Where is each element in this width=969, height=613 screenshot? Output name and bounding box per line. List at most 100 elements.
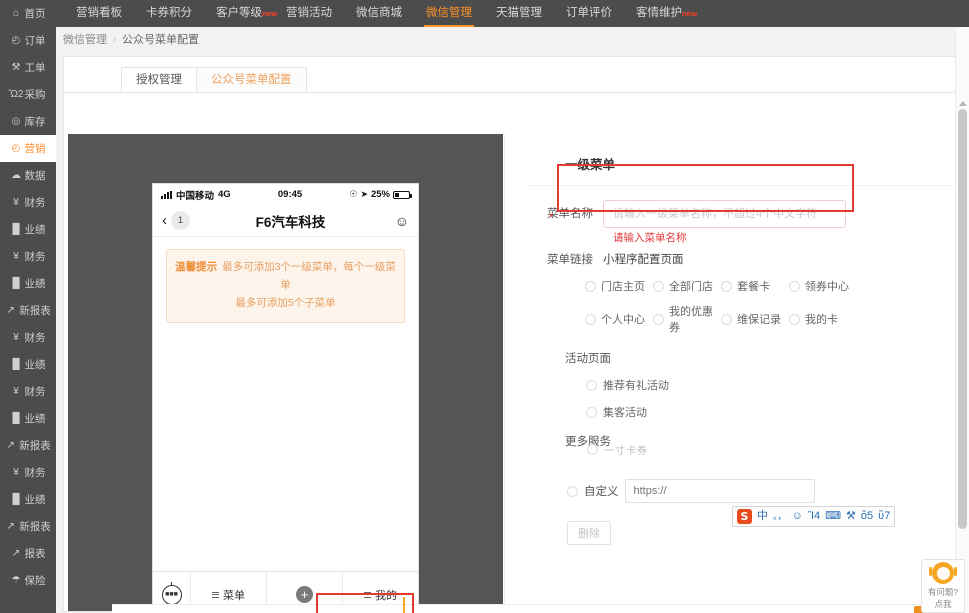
radio-dot-icon (721, 313, 732, 325)
sogou-logo-icon[interactable]: S (737, 509, 752, 524)
phone-body: 温馨提示 最多可添加3个一级菜单，每个一级菜单 最多可添加5个子菜单 ■■■ 菜单 (153, 249, 418, 613)
link-option-2[interactable]: 套餐卡 (721, 278, 789, 294)
help-line-2: 点我 (934, 598, 952, 609)
tab-authorization-management[interactable]: 授权管理 (121, 67, 197, 92)
settings-wrench-icon[interactable]: ὒ7 (878, 511, 890, 522)
activity-option-1[interactable]: 集客活动 (505, 404, 959, 420)
help-line-1: 有问题? (927, 587, 959, 598)
nav-item-label: 订单评价 (566, 7, 612, 19)
breadcrumb: 微信管理 › 公众号菜单配置 (56, 27, 969, 51)
tip-banner: 温馨提示 最多可添加3个一级菜单，每个一级菜单 最多可添加5个子菜单 (166, 249, 405, 323)
sidebar-item-3[interactable]: Ὥ2 采购 (0, 81, 56, 108)
sidebar-item-17[interactable]: ¥ 财务 (0, 459, 56, 486)
nav-item-4[interactable]: 微信商城 (344, 0, 414, 27)
sidebar-item-14[interactable]: ¥ 财务 (0, 378, 56, 405)
nav-item-6[interactable]: 天猫管理 (484, 0, 554, 27)
menu-name-input[interactable] (603, 200, 846, 228)
sidebar-item-5[interactable]: ◴ 营销 (0, 135, 56, 162)
link-option-1[interactable]: 全部门店 (653, 278, 721, 294)
ime-toolbar: S 中。， ☺ Ἲ4 ⌨ ⚒ ὅ5 ὒ7 (732, 506, 896, 527)
sidebar-item-6[interactable]: ☁ 数据 (0, 162, 56, 189)
sidebar-item-2[interactable]: ⚒ 工单 (0, 54, 56, 81)
sidebar-item-0[interactable]: ⌂ 首页 (0, 0, 56, 27)
help-widget[interactable]: 有问题? 点我 (921, 559, 965, 613)
delete-button[interactable]: 删除 (567, 521, 611, 545)
sidebar-item-20[interactable]: ↗ 报表 (0, 540, 56, 567)
soft-keyboard-icon[interactable]: ⌨ (825, 511, 841, 522)
radio-dot-icon (587, 444, 598, 455)
sidebar-item-4[interactable]: ◎ 库存 (0, 108, 56, 135)
sidebar-item-19[interactable]: ↗ 新报表 (0, 513, 56, 540)
activity-option-0[interactable]: 推荐有礼活动 (505, 377, 959, 393)
bars-icon: █ (12, 412, 20, 424)
microphone-icon[interactable]: Ἲ4 (808, 511, 820, 522)
home-icon: ⌂ (12, 7, 20, 19)
activity-option-label: 集客活动 (603, 407, 647, 419)
sidebar-item-15[interactable]: █ 业绩 (0, 405, 56, 432)
nav-item-1[interactable]: 卡券积分 (134, 0, 204, 27)
link-option-3[interactable]: 领券中心 (789, 278, 857, 294)
link-option-0[interactable]: 门店主页 (585, 278, 653, 294)
tab-official-account-menu-config[interactable]: 公众号菜单配置 (196, 67, 307, 92)
user-icon[interactable]: ☺ (391, 213, 409, 229)
plus-circle-icon[interactable]: + (296, 586, 313, 603)
sidebar-item-16[interactable]: ↗ 新报表 (0, 432, 56, 459)
scroll-up-arrow-icon[interactable] (959, 101, 967, 106)
sidebar-item-13[interactable]: █ 业绩 (0, 351, 56, 378)
toolbox-icon[interactable]: ⚒ (846, 511, 856, 522)
nav-item-label: 微信商城 (356, 7, 402, 19)
bars-icon: █ (12, 277, 20, 289)
radio-dot-icon (585, 313, 596, 325)
nav-item-0[interactable]: 营销看板 (64, 0, 134, 27)
phone-title-bar: ‹ 1 F6汽车科技 ☺ (153, 205, 418, 237)
radio-dot-icon-custom[interactable] (567, 485, 578, 497)
link-option-1[interactable]: 我的优惠券 (653, 303, 721, 335)
nav-item-8[interactable]: 客情维护 new (624, 0, 698, 27)
sidebar-item-12[interactable]: ¥ 财务 (0, 324, 56, 351)
chevron-left-icon[interactable]: ‹ (162, 213, 167, 228)
punctuation-icon[interactable]: 。， (773, 512, 787, 521)
phone-back-group[interactable]: ‹ 1 (162, 211, 190, 230)
sidebar-item-1[interactable]: ◴ 订单 (0, 27, 56, 54)
nav-item-3[interactable]: 营销活动 (274, 0, 344, 27)
sidebar-item-label: 新报表 (19, 440, 51, 452)
sidebar-item-11[interactable]: ↗ 新报表 (0, 297, 56, 324)
phone-menu-label-1: 菜单 (223, 589, 245, 602)
link-option-label: 个人中心 (601, 314, 645, 326)
link-option-2[interactable]: 维保记录 (721, 303, 789, 335)
new-badge: new (681, 10, 698, 18)
more-services-ghost-label: 一寸卡券 (604, 446, 648, 457)
hamburger-icon (364, 591, 371, 598)
sidebar-item-label: 业绩 (24, 413, 46, 425)
chart-icon: ↗ (6, 304, 15, 316)
nav-item-5[interactable]: 微信管理 (414, 0, 484, 27)
sidebar-item-21[interactable]: ☂ 保险 (0, 567, 56, 594)
chinese-mode-icon[interactable]: 中 (757, 511, 768, 522)
sidebar-item-10[interactable]: █ 业绩 (0, 270, 56, 297)
emoji-icon[interactable]: ☺ (792, 511, 803, 522)
nav-item-2[interactable]: 客户等级 new (204, 0, 277, 27)
do-not-disturb-icon: ☉ (349, 189, 358, 199)
radio-dot-icon (586, 379, 597, 391)
nav-item-7[interactable]: 订单评价 (554, 0, 624, 27)
link-options-row-1: 门店主页 全部门店 套餐卡 领券中心 (505, 269, 959, 294)
skin-icon[interactable]: ὅ5 (861, 511, 873, 522)
yen-icon: ¥ (13, 196, 19, 208)
breadcrumb-root[interactable]: 微信管理 (63, 31, 107, 47)
form-action-bar (112, 604, 969, 613)
link-option-3[interactable]: 我的卡 (789, 303, 857, 335)
custom-url-input[interactable] (624, 479, 815, 503)
radio-dot-icon (789, 313, 800, 325)
box-icon: ◎ (11, 115, 21, 127)
more-services-ghost-option[interactable]: 一寸卡券 (587, 442, 648, 457)
sidebar-item-9[interactable]: ¥ 财务 (0, 243, 56, 270)
scrollbar-thumb[interactable] (958, 109, 967, 529)
vertical-scrollbar[interactable] (955, 27, 969, 613)
yen-icon: ¥ (13, 250, 19, 262)
link-option-label: 领券中心 (805, 281, 849, 293)
sidebar-item-7[interactable]: ¥ 财务 (0, 189, 56, 216)
sidebar-item-label: 首页 (24, 8, 46, 20)
link-option-0[interactable]: 个人中心 (585, 303, 653, 335)
sidebar-item-18[interactable]: █ 业绩 (0, 486, 56, 513)
sidebar-item-8[interactable]: █ 业绩 (0, 216, 56, 243)
